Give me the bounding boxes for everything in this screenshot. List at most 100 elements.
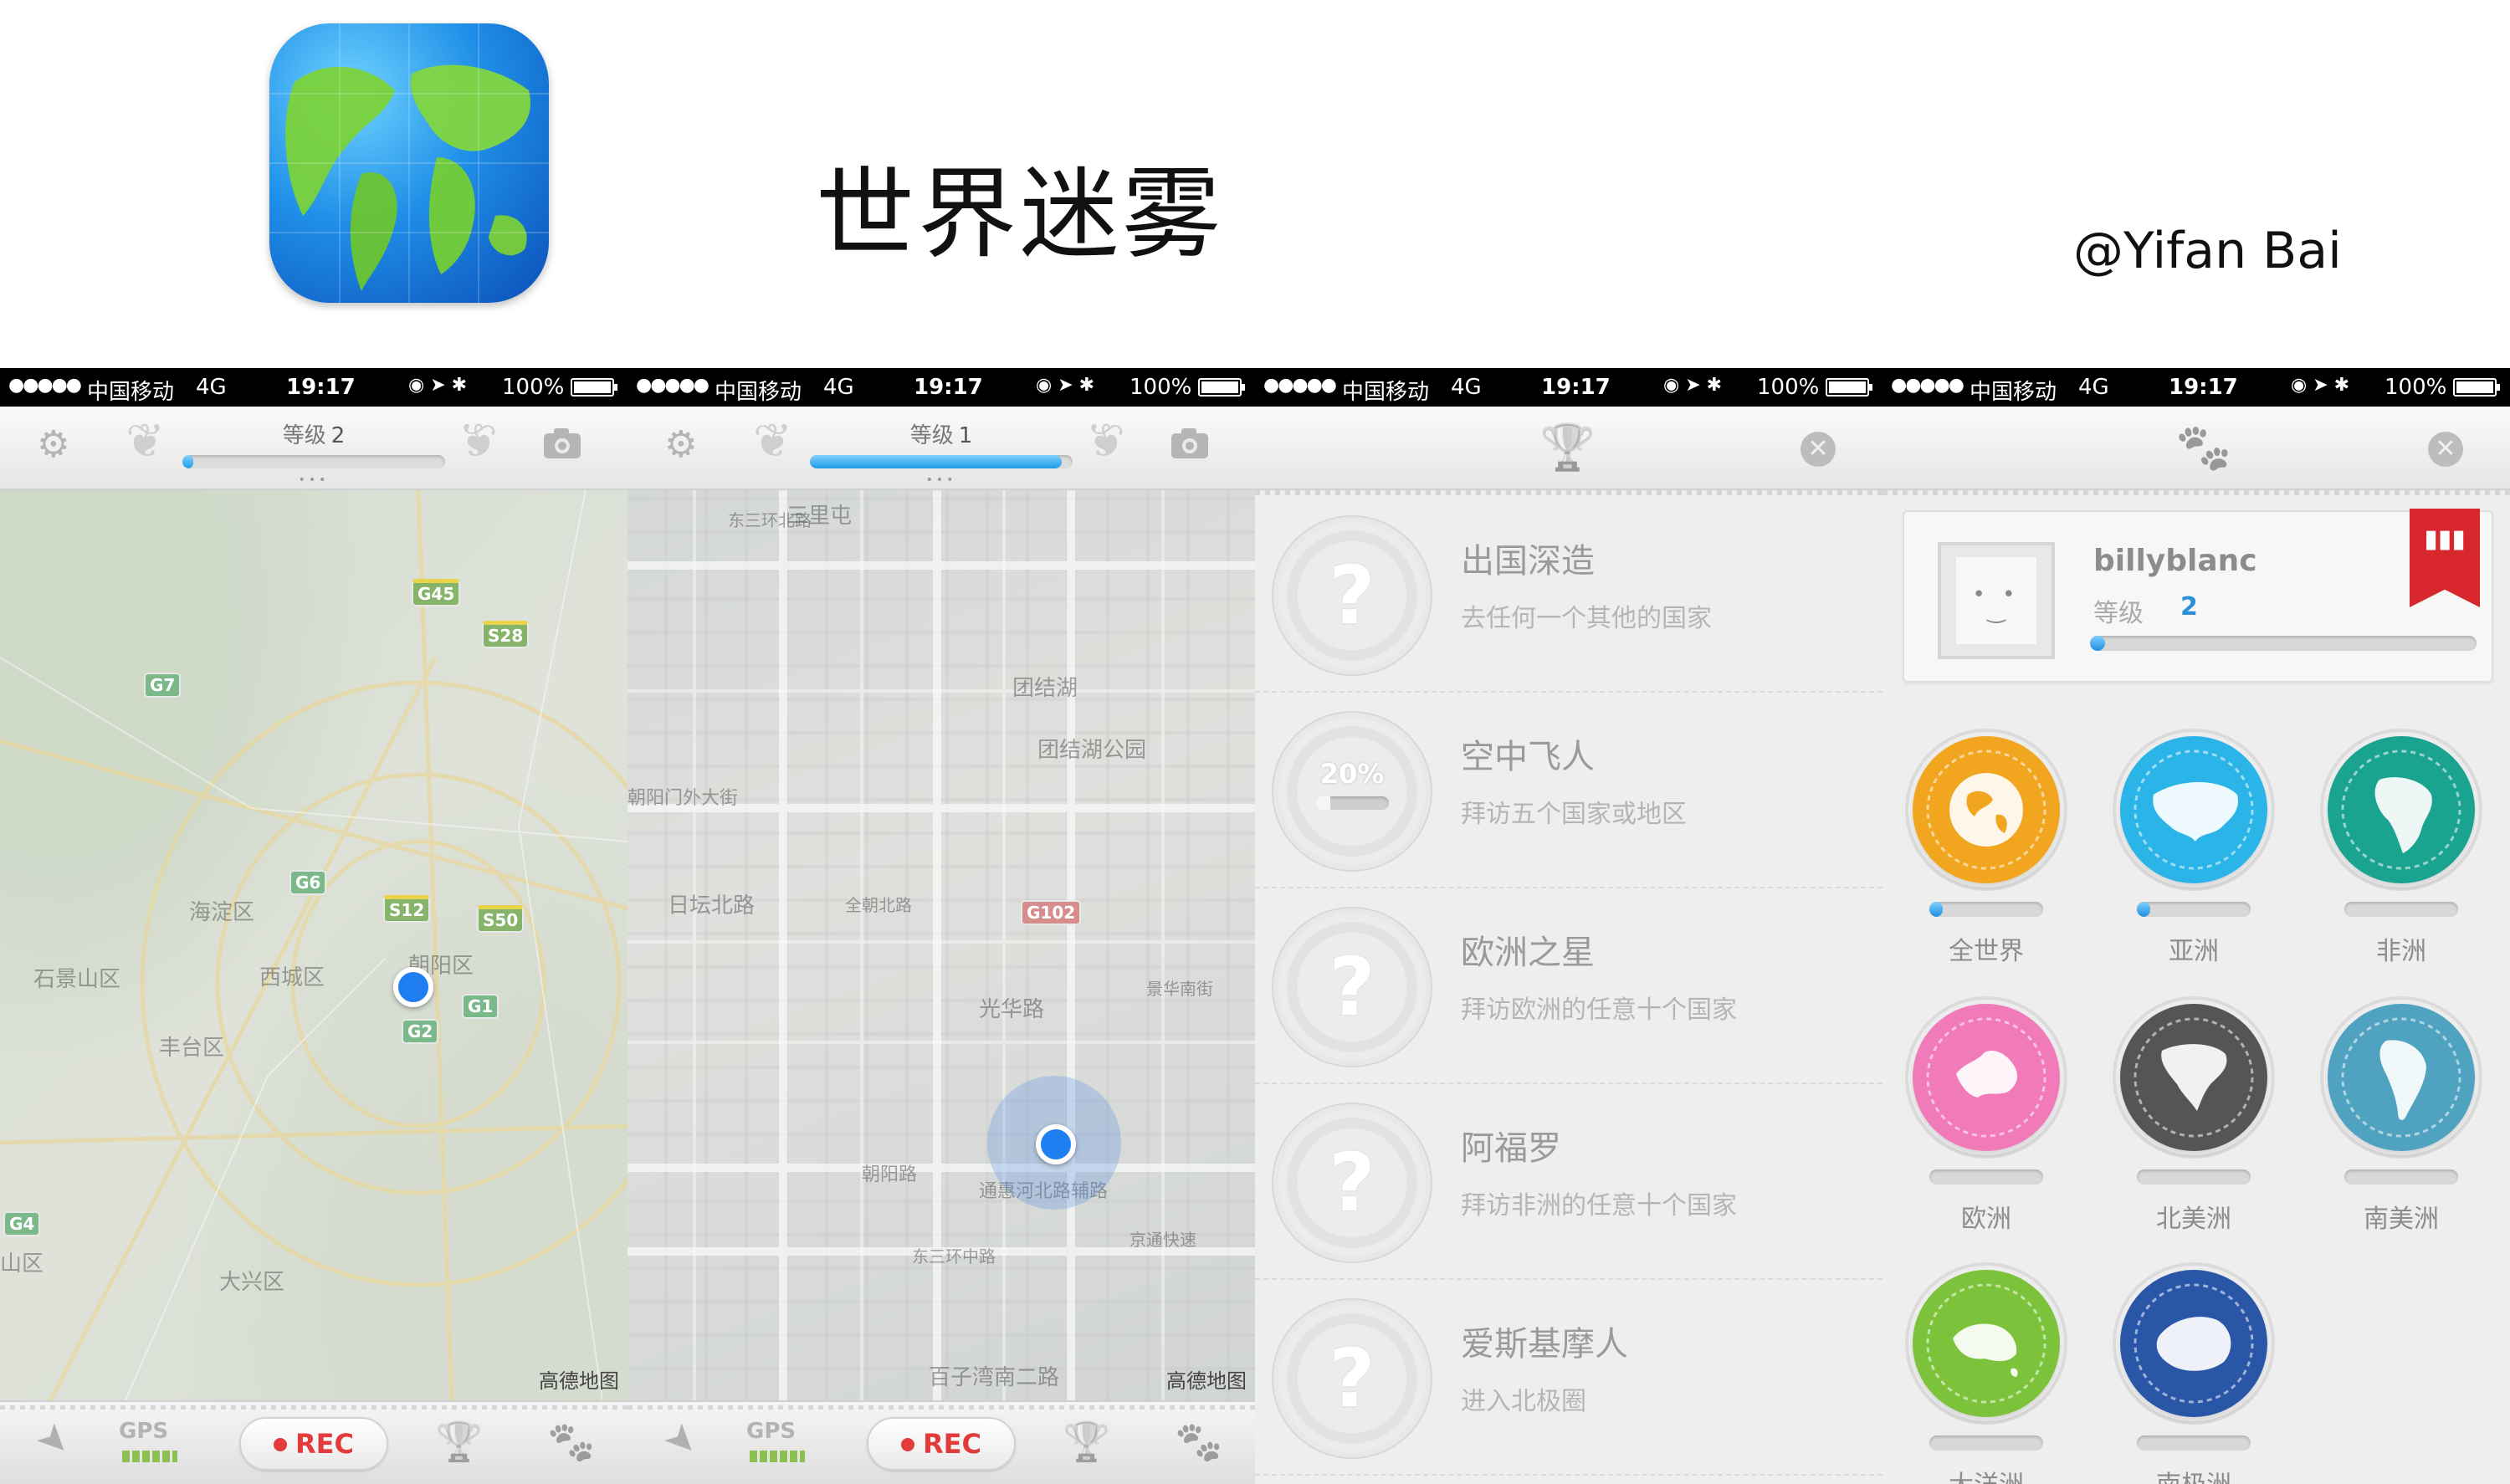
- status-icons: ◉ ➤ ✱: [1036, 375, 1095, 396]
- paw-icon[interactable]: 🐾: [547, 1422, 595, 1461]
- level-label: 等级 2: [282, 423, 346, 448]
- locked-badge-icon: ?: [1278, 913, 1426, 1061]
- bottom-toolbar: ➤ GPS REC 🏆 🐾: [628, 1400, 1255, 1484]
- camera-icon[interactable]: [542, 427, 582, 467]
- screen-map-city: ●●●●● 中国移动 4G 19:17 ◉ ➤ ✱ 100% ⚙ ❦ ❦ 等级 2…: [0, 368, 628, 1484]
- map-label: 东三环北路: [728, 510, 812, 530]
- continent-badge[interactable]: 全世界: [1903, 736, 2070, 970]
- battery-percent: 100%: [2384, 375, 2447, 400]
- map-label: 海淀区: [189, 900, 255, 925]
- close-icon[interactable]: ✕: [2428, 432, 2463, 467]
- carrier: 中国移动: [715, 380, 802, 405]
- status-bar: ●●●●● 中国移动 4G 19:17 ◉ ➤ ✱ 100%: [0, 368, 628, 407]
- continent-badge-icon: [1913, 1270, 2060, 1417]
- camera-icon[interactable]: [1170, 427, 1210, 467]
- continent-label: 北美洲: [2156, 1205, 2231, 1234]
- map-attribution: 高德地图: [1166, 1369, 1247, 1393]
- top-bar: 🐾 ✕: [1882, 407, 2510, 495]
- trophy-icon[interactable]: 🏆: [435, 1422, 483, 1461]
- location-arrow-icon[interactable]: ➤: [653, 1414, 708, 1468]
- continent-badge[interactable]: 大洋洲: [1903, 1270, 2070, 1484]
- continent-badge[interactable]: 南极洲: [2110, 1270, 2277, 1484]
- achievement-title: 爱斯基摩人: [1461, 1325, 1628, 1364]
- app-title: 世界迷雾: [816, 156, 1225, 272]
- highway-shield: S50: [477, 905, 525, 933]
- continent-badge[interactable]: 欧洲: [1903, 1004, 2070, 1238]
- status-bar: ●●●●● 中国移动 4G 19:17 ◉ ➤ ✱ 100%: [1882, 368, 2510, 407]
- gps-signal-bars: [750, 1451, 805, 1462]
- achievement-desc: 去任何一个其他的国家: [1461, 604, 1712, 633]
- signal-icon: ●●●●●: [1263, 375, 1337, 396]
- location-arrow-icon[interactable]: ➤: [26, 1414, 80, 1468]
- page-indicator: •••: [925, 473, 957, 487]
- username: billyblanc: [2093, 544, 2257, 578]
- achievement-title: 阿福罗: [1461, 1129, 1561, 1168]
- continent-progress-bar: [1929, 1435, 2043, 1451]
- continent-progress-bar: [1929, 1169, 2043, 1185]
- progress-badge-icon: 20%: [1278, 718, 1426, 865]
- achievement-item[interactable]: ? 爱斯基摩人 进入北极圈: [1255, 1280, 1882, 1476]
- signal-icon: ●●●●●: [1891, 375, 1964, 396]
- map-label: 团结湖: [1012, 676, 1078, 701]
- continent-badge-icon: [2328, 736, 2475, 883]
- trophy-icon[interactable]: 🏆: [1063, 1422, 1110, 1461]
- record-dot-icon: [274, 1438, 287, 1451]
- continent-label: 南极洲: [2110, 1464, 2277, 1484]
- record-button[interactable]: REC: [867, 1417, 1016, 1471]
- continent-label: 大洋洲: [1903, 1464, 2070, 1484]
- network-type: 4G: [2078, 375, 2109, 400]
- highway-shield: S28: [482, 621, 530, 648]
- continent-badge[interactable]: 北美洲: [2110, 1004, 2277, 1238]
- continent-badge-icon: [1913, 736, 2060, 883]
- level-progress-bar: [810, 455, 1073, 468]
- gps-signal-bars: [122, 1451, 177, 1462]
- achievement-item[interactable]: 20% 空中飞人 拜访五个国家或地区: [1255, 693, 1882, 888]
- avatar[interactable]: [1938, 542, 2055, 659]
- network-type: 4G: [1451, 375, 1482, 400]
- record-dot-icon: [901, 1438, 914, 1451]
- achievement-item[interactable]: ? 出国深造 去任何一个其他的国家: [1255, 497, 1882, 693]
- map-label: 大兴区: [219, 1270, 285, 1295]
- trophy-icon: 🏆: [1539, 421, 1596, 473]
- carrier: 中国移动: [1970, 380, 2057, 405]
- close-icon[interactable]: ✕: [1801, 432, 1836, 467]
- record-button[interactable]: REC: [239, 1417, 388, 1471]
- map-label: 京通快速: [1130, 1230, 1196, 1250]
- signal-icon: ●●●●●: [8, 375, 82, 396]
- map-label: 全朝北路: [845, 895, 912, 915]
- status-bar: ●●●●● 中国移动 4G 19:17 ◉ ➤ ✱ 100%: [628, 368, 1255, 407]
- level-progress-bar: [2090, 636, 2477, 651]
- continent-badge[interactable]: 亚洲: [2110, 736, 2277, 970]
- highway-shield: G4: [3, 1211, 41, 1236]
- level-value: 1: [958, 423, 973, 448]
- network-type: 4G: [196, 375, 227, 400]
- map-label: 景华南街: [1146, 979, 1213, 999]
- map-label: 朝阳门外大街: [628, 788, 739, 809]
- level-value: 2: [330, 423, 346, 448]
- map-label: 山区: [0, 1251, 44, 1277]
- continent-progress-bar: [2137, 1435, 2251, 1451]
- clock: 19:17: [286, 375, 356, 400]
- app-icon: [269, 23, 549, 303]
- achievement-title: 欧洲之星: [1461, 934, 1595, 972]
- highway-shield: G2: [402, 1019, 439, 1044]
- leaderboard-ribbon[interactable]: ▮▮▮: [2410, 509, 2480, 607]
- achievement-item[interactable]: ? 阿福罗 拜访非洲的任意十个国家: [1255, 1084, 1882, 1280]
- top-bar: ⚙ ❦ ❦ 等级 1 •••: [628, 407, 1255, 495]
- continent-progress-bar: [1929, 902, 2043, 917]
- continent-badge-icon: [2328, 1004, 2475, 1151]
- achievement-item[interactable]: ? 欧洲之星 拜访欧洲的任意十个国家: [1255, 888, 1882, 1084]
- map-label: 光华路: [979, 997, 1045, 1022]
- continent-badge[interactable]: 南美洲: [2318, 1004, 2485, 1238]
- paw-icon[interactable]: 🐾: [1175, 1422, 1222, 1461]
- carrier: 中国移动: [87, 380, 175, 405]
- achievement-percent: 20%: [1319, 758, 1385, 790]
- continent-badge[interactable]: 非洲: [2318, 736, 2485, 970]
- map-label: 日坛北路: [668, 893, 756, 919]
- map-view[interactable]: 三里屯 团结湖 团结湖公园 日坛北路 朝阳门外大街 全朝北路 光华路 东三环中路…: [628, 490, 1255, 1400]
- top-bar: 🏆 ✕: [1255, 407, 1882, 495]
- map-view[interactable]: 海淀区 西城区 朝阳区 石景山区 丰台区 大兴区 山区 G45 S28 G7 G…: [0, 490, 628, 1400]
- map-label: 石景山区: [33, 967, 121, 992]
- status-icons: ◉ ➤ ✱: [2291, 375, 2350, 396]
- screen-map-district: ●●●●● 中国移动 4G 19:17 ◉ ➤ ✱ 100% ⚙ ❦ ❦ 等级 1…: [628, 368, 1255, 1484]
